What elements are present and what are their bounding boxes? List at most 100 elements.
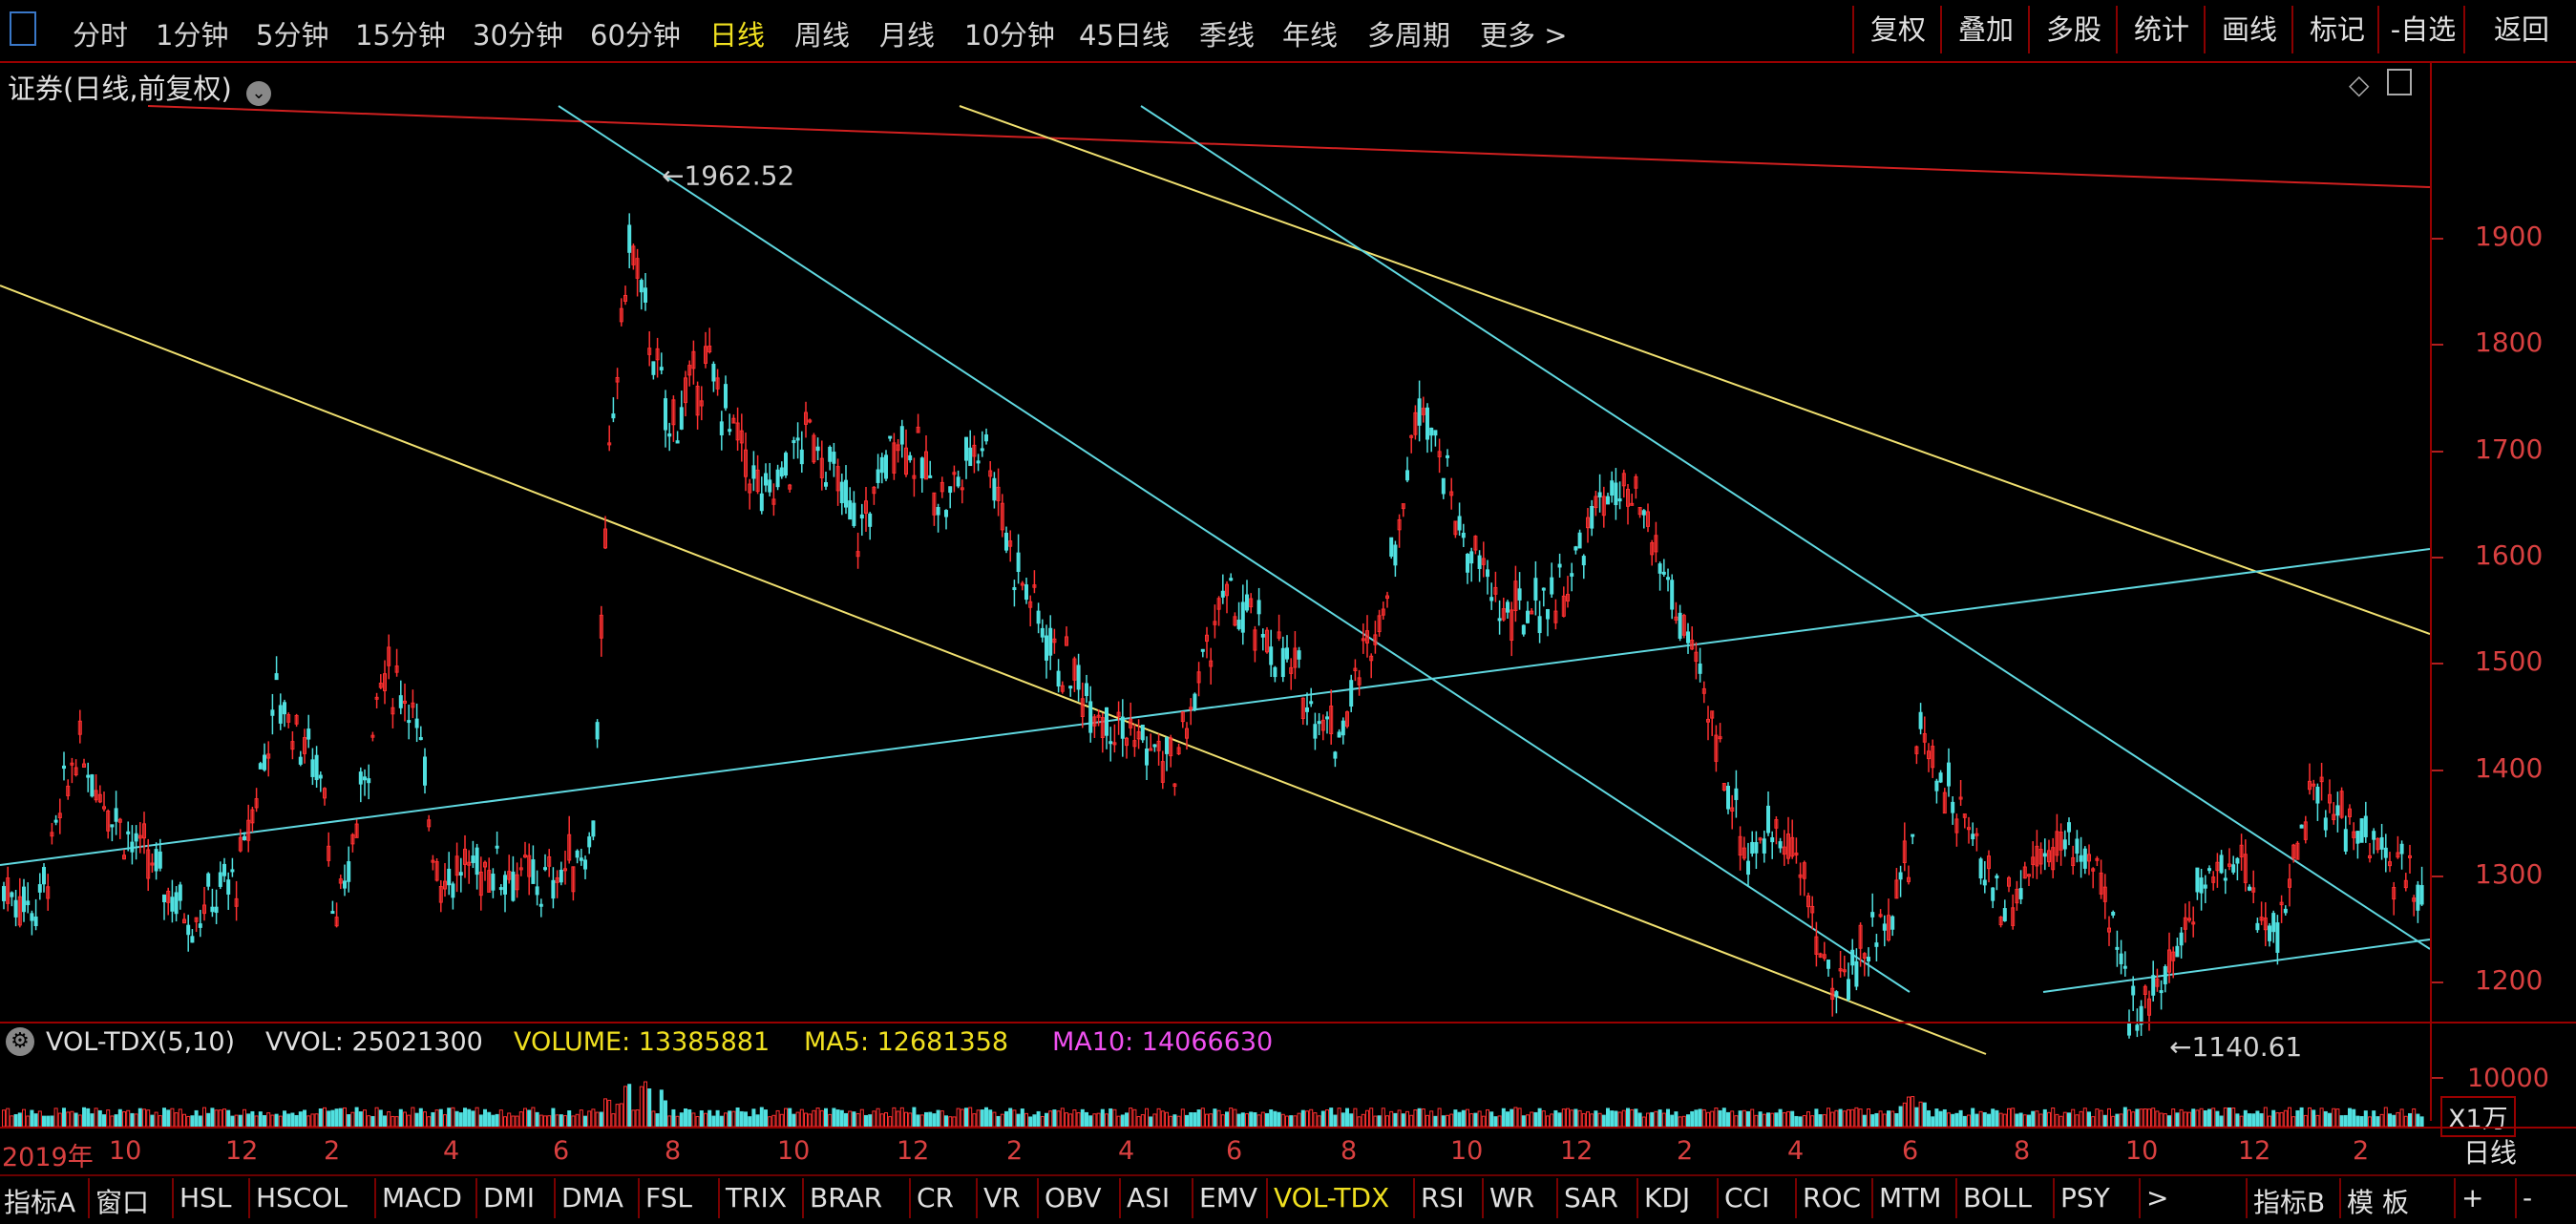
volume-bar [591, 1108, 596, 1127]
candle-body [2315, 787, 2320, 804]
toolbar-action-button[interactable]: 统计 [2116, 6, 2206, 53]
indicator-tab[interactable]: VR [983, 1182, 1021, 1213]
indicator-tab[interactable]: 指标A [4, 1182, 75, 1220]
indicator-tab[interactable]: PSY [2060, 1182, 2110, 1213]
volume-bar [2091, 1116, 2096, 1127]
volume-bar [2343, 1114, 2348, 1127]
indicator-tab-right[interactable]: + [2461, 1182, 2483, 1213]
candle-body [2075, 838, 2080, 855]
candle-body [270, 709, 275, 716]
period-tab[interactable]: 日线 [709, 13, 765, 53]
volume-indicator-name[interactable]: VOL-TDX(5,10) [46, 1027, 235, 1057]
indicator-tab[interactable]: SAR [1564, 1182, 1618, 1213]
volume-bar [1421, 1108, 1425, 1127]
volume-bar [403, 1111, 407, 1127]
indicator-tab[interactable]: DMA [561, 1182, 623, 1213]
volume-chart[interactable] [0, 1066, 2430, 1127]
candle-body [531, 859, 536, 884]
indicator-tab[interactable]: WR [1489, 1182, 1534, 1213]
indicator-tab[interactable]: ROC [1803, 1182, 1861, 1213]
tab-divider [802, 1178, 804, 1218]
indicator-tab[interactable]: RSI [1421, 1182, 1465, 1213]
volume-bar [2339, 1115, 2344, 1127]
toolbar-action-button[interactable]: -自选 [2377, 6, 2467, 53]
period-tab[interactable]: 30分钟 [473, 13, 563, 53]
toolbar-action-button[interactable]: 标记 [2291, 6, 2381, 53]
period-tab[interactable]: 季线 [1199, 13, 1255, 53]
volume-bar [908, 1112, 913, 1127]
indicator-tab[interactable]: EMV [1199, 1182, 1257, 1213]
volume-bar [314, 1113, 319, 1127]
indicator-tab[interactable]: DMI [483, 1182, 535, 1213]
period-tab[interactable]: 5分钟 [256, 13, 328, 53]
indicator-tab[interactable]: 窗口 [95, 1182, 149, 1220]
indicator-tab[interactable]: CCI [1724, 1182, 1769, 1213]
volume-bar [1253, 1112, 1257, 1127]
indicator-tab-right[interactable]: - [2523, 1182, 2532, 1213]
toggle-panel-button[interactable] [10, 11, 36, 46]
volume-bar [142, 1108, 146, 1127]
indicator-tab[interactable]: HSCOL [256, 1182, 348, 1213]
period-tab[interactable]: 分时 [73, 13, 128, 53]
trend-line [0, 548, 2430, 866]
period-tab[interactable]: 10分钟 [964, 13, 1055, 53]
indicator-tab-right[interactable]: 模 板 [2347, 1182, 2409, 1220]
indicator-tab[interactable]: HSL [179, 1182, 231, 1213]
indicator-tab[interactable]: BRAR [810, 1182, 882, 1213]
toolbar-action-button[interactable]: 叠加 [1940, 6, 2030, 53]
candle-body [475, 847, 479, 876]
period-tab[interactable]: 15分钟 [355, 13, 446, 53]
volume-bar [1874, 1112, 1879, 1127]
volume-bar [2396, 1111, 2400, 1127]
tab-divider [909, 1178, 911, 1218]
volume-bar [1681, 1115, 1686, 1127]
indicator-tab[interactable]: MACD [382, 1182, 462, 1213]
volume-bar [206, 1112, 211, 1127]
period-tab[interactable]: 月线 [879, 13, 935, 53]
period-tab[interactable]: 多周期 [1367, 13, 1450, 53]
candle-body [130, 841, 135, 853]
volume-bar [1060, 1108, 1065, 1127]
volume-bar [812, 1109, 816, 1127]
volume-bar [1958, 1109, 1963, 1127]
candle-body [832, 452, 836, 464]
indicator-tab[interactable]: CR [917, 1182, 954, 1213]
volume-bar [1333, 1114, 1338, 1127]
volume-bar [1637, 1112, 1642, 1127]
indicator-tab-right[interactable]: 指标B [2253, 1182, 2325, 1220]
period-indicator[interactable]: 日线 [2463, 1132, 2517, 1171]
price-tick [2432, 981, 2443, 984]
indicator-tab[interactable]: TRIX [726, 1182, 787, 1213]
period-tab[interactable]: 年线 [1282, 13, 1338, 53]
volume-bar [174, 1112, 179, 1127]
indicator-tab[interactable]: > [2146, 1182, 2168, 1213]
period-tab[interactable]: 1分钟 [156, 13, 228, 53]
indicator-tab[interactable]: KDJ [1644, 1182, 1690, 1213]
indicator-tab[interactable]: BOLL [1963, 1182, 2032, 1213]
volume-bar [1770, 1112, 1775, 1127]
period-tab[interactable]: 更多 > [1480, 13, 1568, 53]
period-tab[interactable]: 45日线 [1079, 13, 1170, 53]
indicator-tab[interactable]: OBV [1045, 1182, 1102, 1213]
candle-body [1614, 482, 1618, 506]
volume-bar [1080, 1108, 1085, 1127]
toolbar-action-button[interactable]: 复权 [1852, 6, 1942, 53]
period-tab[interactable]: 周线 [794, 13, 850, 53]
toolbar-action-button[interactable]: 多股 [2028, 6, 2118, 53]
gear-icon[interactable]: ⚙ [6, 1027, 34, 1056]
indicator-tab[interactable]: VOL-TDX [1274, 1182, 1389, 1213]
indicator-tab[interactable]: FSL [645, 1182, 692, 1213]
volume-bar [106, 1109, 111, 1127]
candle-body [298, 756, 303, 765]
volume-bar [2159, 1112, 2164, 1127]
volume-bar [383, 1115, 387, 1127]
toolbar-action-button[interactable]: 画线 [2204, 6, 2293, 53]
price-chart[interactable]: ←1962.52←1140.61 [0, 61, 2430, 1121]
indicator-tab[interactable]: ASI [1127, 1182, 1170, 1213]
indicator-tab[interactable]: MTM [1879, 1182, 1941, 1213]
period-tab[interactable]: 60分钟 [590, 13, 681, 53]
toolbar-action-button[interactable]: 返回 [2463, 6, 2576, 53]
volume-bar [815, 1108, 820, 1127]
volume-bar [1361, 1113, 1365, 1127]
volume-bar [274, 1113, 279, 1127]
